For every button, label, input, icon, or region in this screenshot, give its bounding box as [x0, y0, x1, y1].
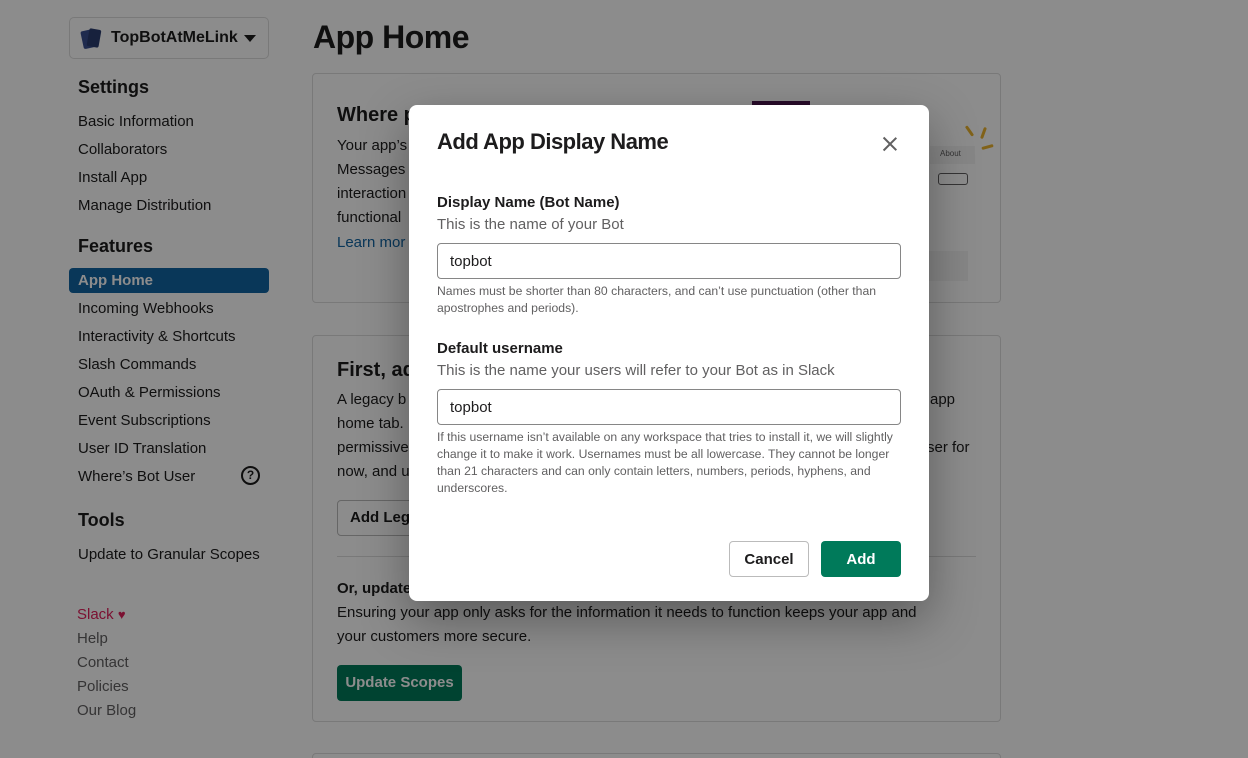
username-input[interactable]	[437, 389, 901, 425]
username-description: This is the name your users will refer t…	[437, 362, 835, 379]
display-name-input[interactable]	[437, 243, 901, 279]
username-hint: If this username isn’t available on any …	[437, 430, 893, 495]
close-icon[interactable]	[879, 133, 901, 155]
username-label: Default username	[437, 340, 563, 357]
display-name-description: This is the name of your Bot	[437, 216, 624, 233]
add-button[interactable]: Add	[821, 541, 901, 577]
add-display-name-modal: Add App Display Name Display Name (Bot N…	[409, 105, 929, 601]
display-name-hint: Names must be shorter than 80 characters…	[437, 284, 876, 315]
display-name-label: Display Name (Bot Name)	[437, 194, 620, 211]
cancel-button[interactable]: Cancel	[729, 541, 809, 577]
modal-title: Add App Display Name	[437, 129, 669, 154]
